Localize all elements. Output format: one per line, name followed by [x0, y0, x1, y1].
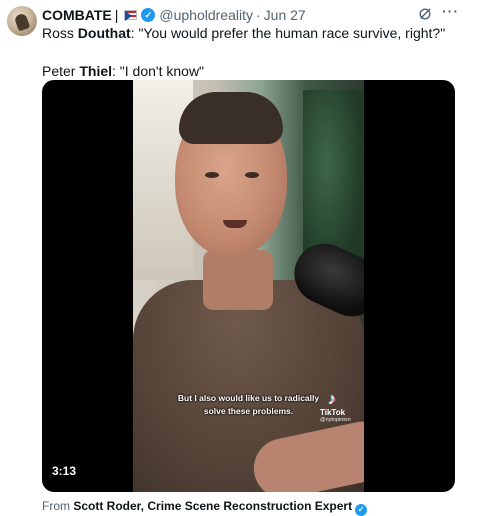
- tiktok-watermark: ♪ TikTok @nytopinion: [320, 391, 351, 424]
- tweet-line-1: Ross Douthat: "You would prefer the huma…: [42, 25, 446, 41]
- tiktok-icon: ♪: [328, 391, 336, 408]
- author-avatar[interactable]: [7, 6, 37, 36]
- tweet-date[interactable]: Jun 27: [264, 7, 306, 23]
- tweet-line-2: Peter Thiel: "I don't know": [42, 63, 205, 79]
- tweet-header: COMBATE | ✓ @upholdreality · Jun 27: [42, 6, 441, 24]
- author-handle[interactable]: @upholdreality: [159, 7, 253, 23]
- grok-icon[interactable]: [418, 7, 432, 21]
- puerto-rico-flag-icon: [124, 10, 138, 21]
- name-separator: |: [114, 7, 119, 23]
- verified-check-icon[interactable]: ✓: [141, 8, 156, 22]
- dot-separator: ·: [255, 7, 261, 23]
- source-attribution: From Scott Roder, Crime Scene Reconstruc…: [42, 499, 371, 516]
- video-duration: 3:13: [52, 464, 77, 478]
- tweet-text: Ross Douthat: "You would prefer the huma…: [42, 24, 462, 81]
- more-options-icon[interactable]: ···: [442, 4, 458, 20]
- source-link[interactable]: Scott Roder, Crime Scene Reconstruction …: [73, 499, 352, 513]
- video-frame: [133, 80, 364, 492]
- author-name[interactable]: COMBATE: [42, 7, 112, 23]
- video-player[interactable]: But I also would like us to radically so…: [42, 80, 455, 492]
